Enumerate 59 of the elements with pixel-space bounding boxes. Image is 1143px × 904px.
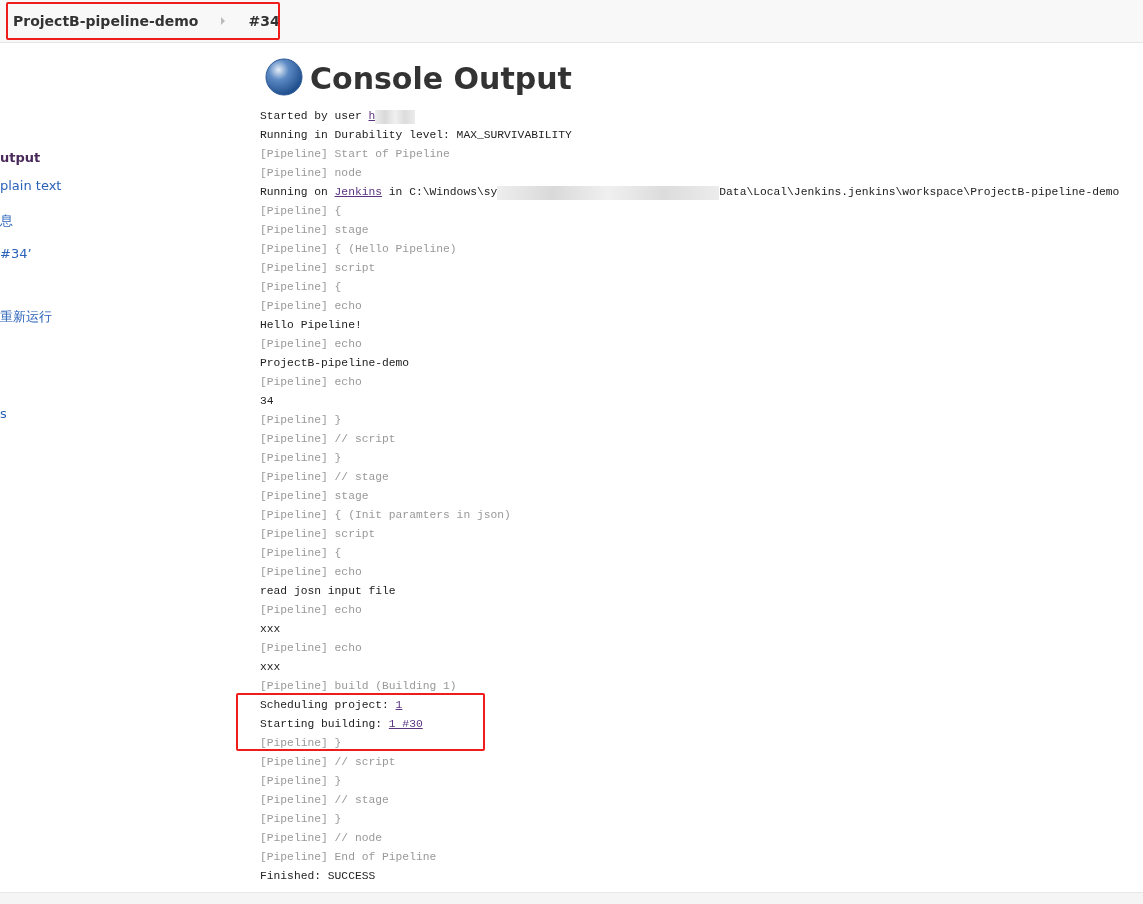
sidebar-link[interactable]: 重新运行 (0, 308, 52, 326)
console-text: [Pipeline] { (260, 204, 342, 219)
console-text: [Pipeline] node (260, 166, 362, 181)
console-text: Running in Durability level: MAX_SURVIVABILITY (260, 128, 572, 143)
console-text: [Pipeline] End of Pipeline (260, 850, 437, 865)
sidebar-link[interactable]: plain text (0, 177, 62, 195)
console-text: Running on (260, 185, 329, 200)
sidebar-link[interactable]: 息 (0, 212, 13, 230)
console-text: [Pipeline] echo (260, 299, 362, 314)
console-text: ProjectB-pipeline-demo (260, 356, 410, 371)
console-text: [Pipeline] // stage (260, 470, 389, 485)
console-text: [Pipeline] echo (260, 565, 362, 580)
console-text: Scheduling project: (260, 698, 390, 713)
redacted-blur (375, 110, 416, 124)
console-text: [Pipeline] script (260, 527, 376, 542)
console-text: [Pipeline] echo (260, 603, 362, 618)
console-link[interactable]: 1 (395, 696, 403, 715)
console-link[interactable]: h (368, 107, 376, 126)
console-text: [Pipeline] } (260, 451, 342, 466)
console-text: [Pipeline] // stage (260, 793, 389, 808)
sidebar-link[interactable]: s (0, 405, 7, 423)
console-text: [Pipeline] build (Building 1) (260, 679, 457, 694)
console-text: [Pipeline] script (260, 261, 376, 276)
console-text: [Pipeline] { (260, 280, 342, 295)
breadcrumb-separator-icon (220, 17, 227, 25)
console-text: [Pipeline] // script (260, 755, 396, 770)
console-text: [Pipeline] echo (260, 337, 362, 352)
console-link[interactable]: Jenkins (334, 183, 383, 202)
console-text: [Pipeline] echo (260, 641, 362, 656)
console-text: Starting building: (260, 717, 384, 732)
console-text: [Pipeline] echo (260, 375, 362, 390)
console-text: in C:\Windows\sy (387, 185, 498, 200)
console-text: [Pipeline] stage (260, 223, 369, 238)
breadcrumb-link[interactable]: #34 (248, 13, 280, 29)
console-text: [Pipeline] } (260, 736, 342, 751)
console-text: [Pipeline] Start of Pipeline (260, 147, 450, 162)
sidebar-link[interactable]: #34’ (0, 245, 32, 263)
page-title: Console Output (310, 60, 572, 96)
console-text: Started by user (260, 109, 363, 124)
console-text: [Pipeline] { (260, 546, 342, 561)
globe-icon (264, 58, 304, 98)
sidebar-link[interactable]: utput (0, 149, 41, 167)
console-text: [Pipeline] // script (260, 432, 396, 447)
console-text: [Pipeline] } (260, 812, 342, 827)
breadcrumb-link[interactable]: ProjectB-pipeline-demo (13, 13, 199, 29)
console-text: [Pipeline] stage (260, 489, 369, 504)
console-text: xxx (260, 622, 281, 637)
console-text: read josn input file (260, 584, 396, 599)
console-text: [Pipeline] } (260, 413, 342, 428)
console-text: xxx (260, 660, 281, 675)
console-text: [Pipeline] { (Hello Pipeline) (260, 242, 457, 257)
console-text: [Pipeline] } (260, 774, 342, 789)
console-text: 34 (260, 394, 274, 409)
console-text: [Pipeline] { (Init paramters in json) (260, 508, 511, 523)
console-text: [Pipeline] // node (260, 831, 383, 846)
console-text: Finished: SUCCESS (260, 869, 376, 884)
console-link[interactable]: 1 #30 (388, 715, 423, 734)
console-text: Data\Local\Jenkins.jenkins\workspace\ProjectB-pipeline-demo (719, 185, 1120, 200)
console-text: Hello Pipeline! (260, 318, 362, 333)
